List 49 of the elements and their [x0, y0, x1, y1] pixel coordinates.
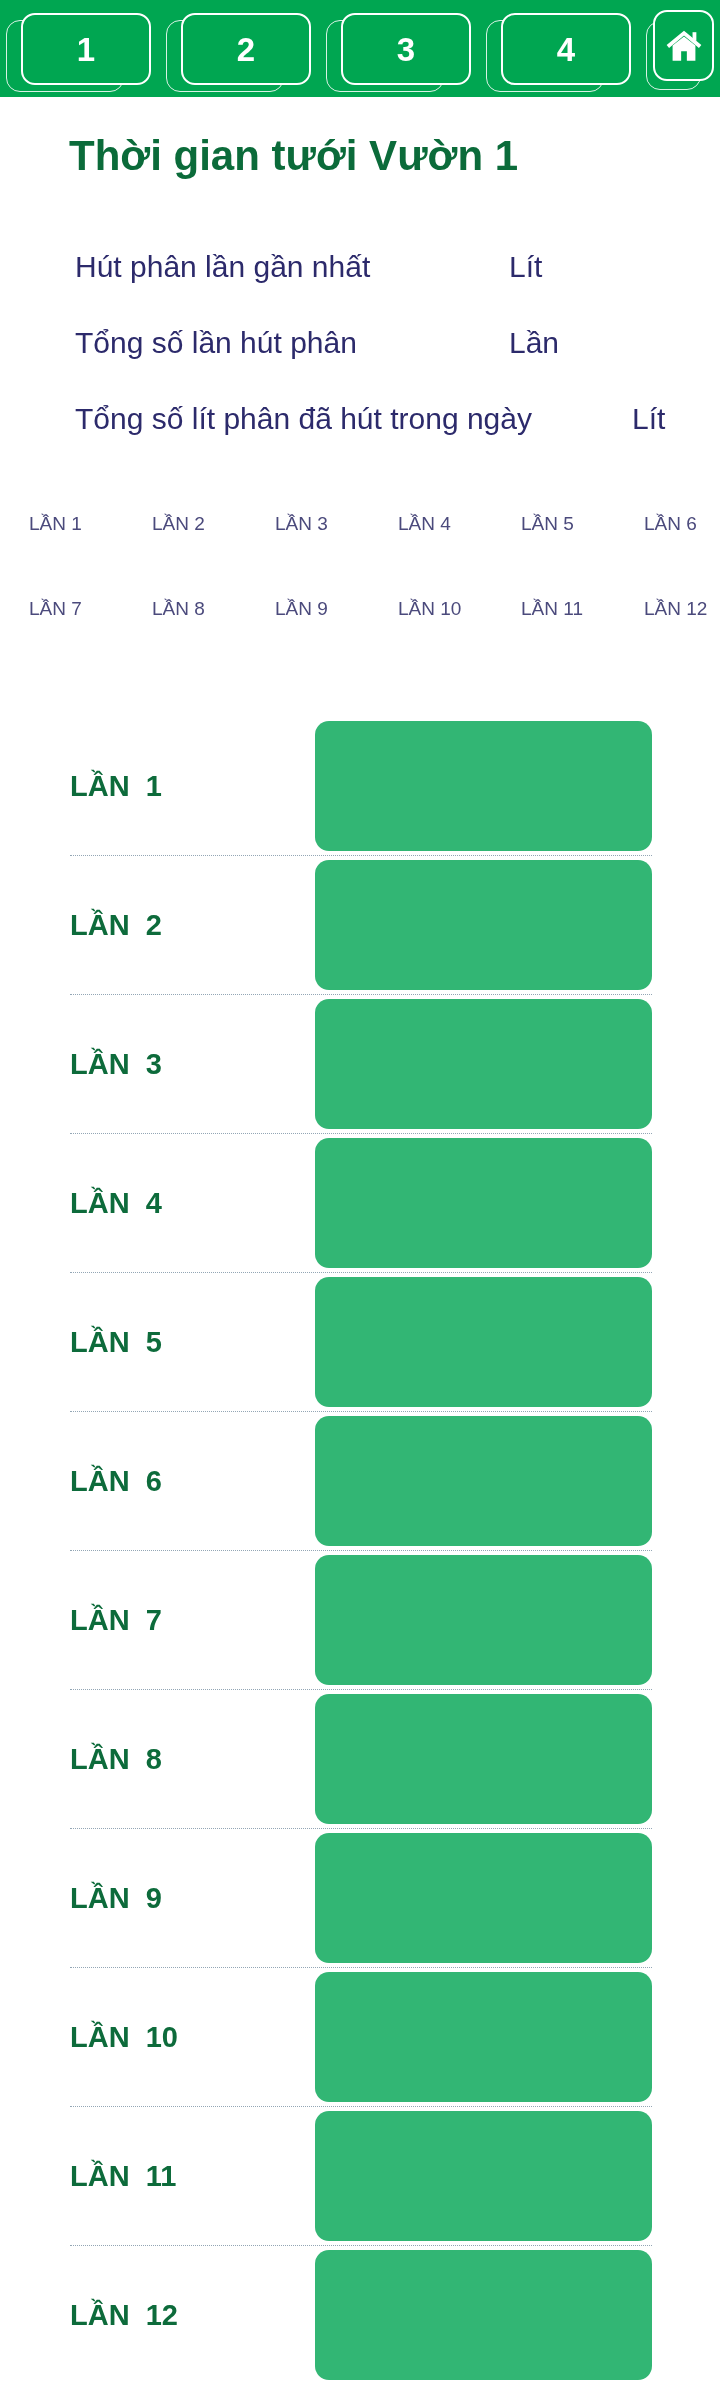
blank-button[interactable]	[315, 1555, 652, 1686]
page-title: Thời gian tưới Vườn 1	[69, 131, 520, 181]
time-label: LẦN 9	[70, 1880, 163, 1916]
time-label: LẦN 4	[398, 512, 452, 537]
time-label: LẦN 6	[644, 512, 698, 537]
time-label: LẦN 1	[70, 768, 163, 804]
time-label: LẦN 10	[398, 597, 463, 622]
summary-label: Tổng số lít phân đã hút trong ngày	[75, 401, 533, 438]
summary-label: Tổng số lần hút phân	[75, 325, 358, 362]
unit-label: Lần	[509, 325, 560, 362]
blank-button[interactable]	[315, 2250, 652, 2381]
home-icon	[664, 30, 703, 61]
time-label: LẦN 9	[275, 597, 329, 622]
blank-button[interactable]	[315, 860, 652, 991]
time-label: LẦN 7	[70, 1602, 163, 1638]
time-label: LẦN 3	[70, 1046, 163, 1082]
time-label: LẦN 5	[521, 512, 575, 537]
time-label: LẦN 8	[152, 597, 206, 622]
time-label: LẦN 7	[29, 597, 83, 622]
time-label: LẦN 10	[70, 2019, 179, 2055]
time-label: LẦN 12	[644, 597, 709, 622]
tab-button[interactable]: 3	[326, 13, 471, 92]
time-label: LẦN 6	[70, 1463, 163, 1499]
time-label: LẦN 2	[152, 512, 206, 537]
blank-button[interactable]	[315, 1138, 652, 1269]
blank-button[interactable]	[315, 721, 652, 852]
tab-button[interactable]: 4	[486, 13, 631, 92]
blank-button[interactable]	[315, 999, 652, 1130]
blank-button[interactable]	[315, 1972, 652, 2103]
unit-label: Lít	[509, 249, 543, 286]
time-label: LẦN 11	[521, 597, 584, 622]
blank-button[interactable]	[315, 1833, 652, 1964]
home-button[interactable]	[646, 10, 714, 90]
time-label: LẦN 3	[275, 512, 329, 537]
time-label: LẦN 11	[70, 2158, 178, 2194]
blank-button[interactable]	[315, 2111, 652, 2242]
blank-button[interactable]	[315, 1416, 652, 1547]
time-label: LẦN 4	[70, 1185, 163, 1221]
time-label: LẦN 8	[70, 1741, 163, 1777]
time-label: LẦN 2	[70, 907, 163, 943]
time-label: LẦN 12	[70, 2297, 179, 2333]
summary-label: Hút phân lần gần nhất	[75, 249, 372, 286]
tab-button[interactable]: 1	[6, 13, 151, 92]
tab-button[interactable]: 2	[166, 13, 311, 92]
time-label: LẦN 5	[70, 1324, 163, 1360]
blank-button[interactable]	[315, 1694, 652, 1825]
blank-button[interactable]	[315, 1277, 652, 1408]
time-label: LẦN 1	[29, 512, 83, 537]
unit-label: Lít	[632, 401, 666, 438]
